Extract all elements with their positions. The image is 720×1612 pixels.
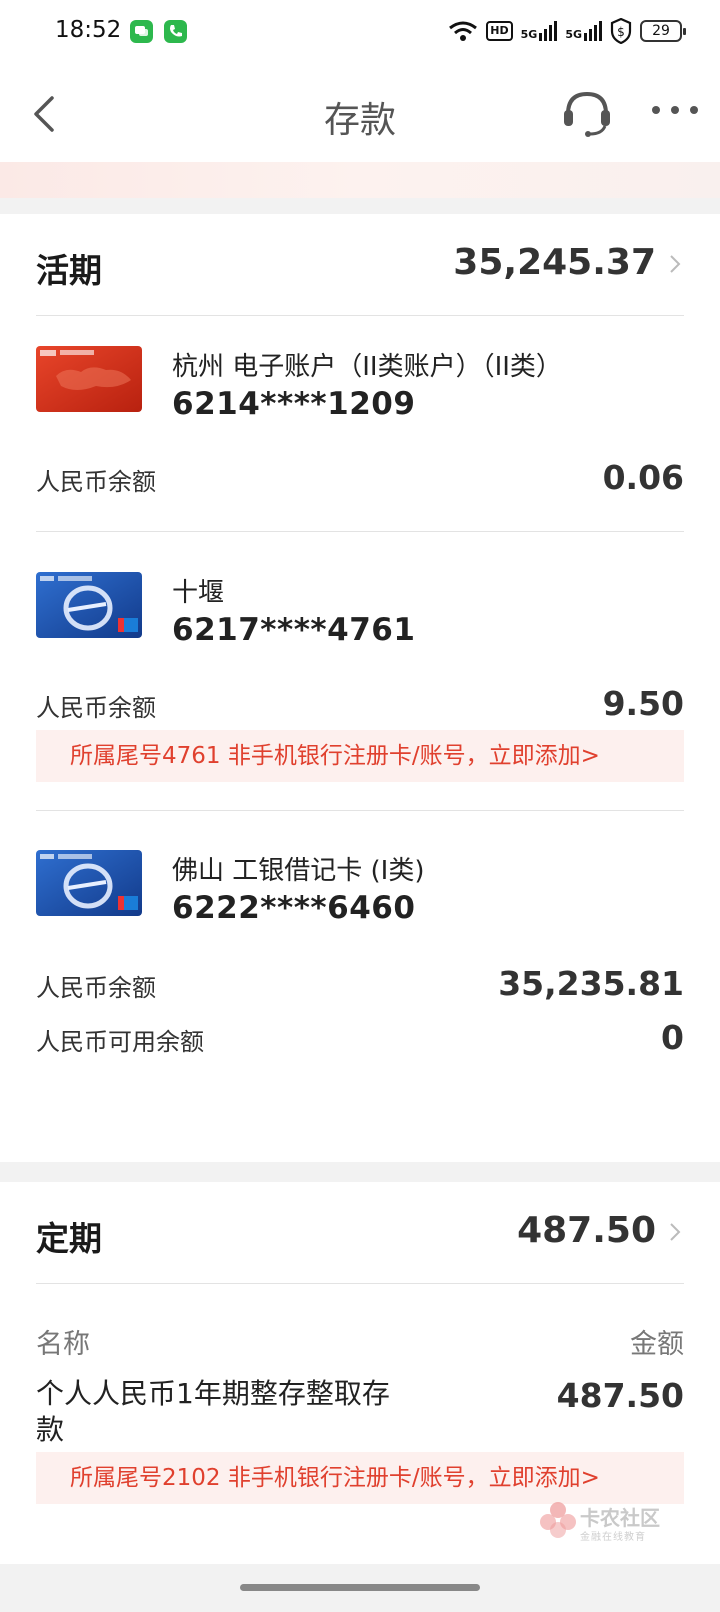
section-total: 487.50: [517, 1210, 656, 1251]
shield-icon: $: [610, 18, 632, 44]
watermark-subtitle: 金融在线教育: [580, 1532, 646, 1543]
balance-row: 人民币余额 35,235.81: [36, 964, 684, 1004]
chevron-right-icon: [670, 1223, 681, 1241]
signal-icon-2: 5G: [565, 21, 602, 41]
balance-row: 人民币余额 9.50: [36, 684, 684, 724]
signal-icon: 5G: [521, 21, 558, 41]
balance-label: 人民币余额: [36, 974, 156, 1002]
watermark-logo: 卡农社区 金融在线教育: [540, 1500, 670, 1544]
section-title: 活期: [36, 251, 102, 290]
banner-strip: [0, 162, 720, 198]
fixed-deposits-header[interactable]: 定期 487.50: [36, 1182, 684, 1284]
section-title: 定期: [36, 1219, 102, 1258]
add-account-notice[interactable]: 所属尾号2102 非手机银行注册卡/账号，立即添加>: [36, 1452, 684, 1504]
account-item[interactable]: 杭州 电子账户（II类账户）（II类） 6214****1209 人民币余额 0…: [36, 346, 684, 498]
current-deposits-header[interactable]: 活期 35,245.37: [36, 214, 684, 316]
balance-row: 人民币余额 0.06: [36, 458, 684, 498]
account-item[interactable]: 佛山 工银借记卡 (I类) 6222****6460 人民币余额 35,235.…: [36, 850, 684, 1080]
customer-service-icon[interactable]: [560, 86, 614, 140]
flower-logo-icon: [540, 1502, 576, 1538]
hd-icon: HD: [486, 21, 513, 41]
chevron-right-icon: [670, 255, 681, 273]
account-number: 6222****6460: [172, 890, 416, 926]
balance-value: 9.50: [602, 684, 684, 723]
message-app-icon: [130, 20, 153, 43]
balance-value: 0.06: [602, 458, 684, 497]
account-name: 杭州 电子账户（II类账户）（II类）: [172, 352, 562, 382]
available-balance-value: 0: [661, 1018, 684, 1057]
section-total: 35,245.37: [453, 242, 656, 283]
watermark-title: 卡农社区: [580, 1506, 660, 1530]
add-account-notice[interactable]: 所属尾号4761 非手机银行注册卡/账号，立即添加>: [36, 730, 684, 782]
column-header-name: 名称: [36, 1329, 90, 1360]
deposit-item-name[interactable]: 个人人民币1年期整存整取存款: [36, 1376, 416, 1448]
battery-icon: 29: [640, 20, 686, 42]
home-indicator[interactable]: [240, 1584, 480, 1591]
balance-label: 人民币余额: [36, 468, 156, 496]
divider: [36, 810, 684, 811]
account-number: 6214****1209: [172, 386, 416, 422]
balance-label: 人民币余额: [36, 694, 156, 722]
wifi-icon: [449, 21, 478, 41]
account-number: 6217****4761: [172, 612, 416, 648]
account-name: 十堰: [172, 578, 225, 608]
phone-app-icon: [164, 20, 187, 43]
status-time: 18:52: [55, 17, 122, 43]
nav-bar: 存款: [0, 66, 720, 162]
more-icon[interactable]: [652, 100, 698, 120]
deposit-item-amount: 487.50: [556, 1376, 684, 1415]
divider: [36, 531, 684, 532]
status-bar: 18:52 HD 5G 5G $ 29: [0, 0, 720, 66]
available-balance-row: 人民币可用余额 0: [36, 1018, 684, 1058]
bank-card-image: [36, 346, 142, 412]
balance-value: 35,235.81: [498, 964, 684, 1003]
bank-card-image: [36, 850, 142, 916]
account-item[interactable]: 十堰 6217****4761 人民币余额 9.50 所属尾号4761 非手机银…: [36, 572, 684, 782]
current-deposits-section: 活期 35,245.37 杭州 电子账户（II类账户）（II类） 6214***…: [0, 214, 720, 1162]
svg-text:$: $: [617, 25, 625, 39]
available-balance-label: 人民币可用余额: [36, 1028, 204, 1056]
bank-card-image: [36, 572, 142, 638]
account-name: 佛山 工银借记卡 (I类): [172, 856, 425, 886]
column-header-amount: 金额: [630, 1329, 684, 1360]
